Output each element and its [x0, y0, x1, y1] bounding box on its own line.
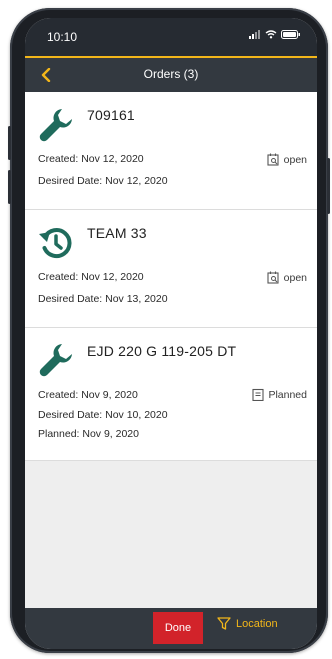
status-time: 10:10 [47, 30, 78, 44]
planned-date: Planned: Nov 9, 2020 [38, 428, 139, 440]
location-filter-button[interactable]: Location [217, 617, 278, 630]
bottom-bar: Done Location [25, 608, 317, 649]
created-date: Created: Nov 12, 2020 [38, 153, 144, 165]
desired-date: Desired Date: Nov 10, 2020 [38, 409, 168, 421]
status-text: open [283, 153, 307, 166]
desired-date: Desired Date: Nov 12, 2020 [38, 175, 168, 187]
side-button [327, 158, 330, 214]
history-icon [39, 228, 72, 259]
status-icons [249, 30, 301, 39]
app-screen: 10:10 Orders (3) 709161 Created: Nov 12,… [25, 18, 317, 649]
signal-icon [249, 30, 260, 39]
calendar-search-icon [267, 153, 279, 166]
status-badge: open [267, 271, 307, 284]
order-title: 709161 [87, 107, 135, 123]
done-button[interactable]: Done [153, 612, 203, 644]
side-button [8, 170, 11, 204]
order-card[interactable]: TEAM 33 Created: Nov 12, 2020 Desired Da… [25, 210, 317, 328]
side-button [8, 126, 11, 160]
order-card[interactable]: EJD 220 G 119-205 DT Created: Nov 9, 202… [25, 328, 317, 461]
desired-date: Desired Date: Nov 13, 2020 [38, 293, 168, 305]
status-badge: open [267, 153, 307, 166]
battery-icon [281, 30, 300, 39]
calendar-search-icon [267, 271, 279, 284]
wrench-icon [39, 344, 72, 377]
wifi-icon [265, 30, 277, 39]
status-text: Planned [268, 388, 307, 401]
status-bar: 10:10 [25, 18, 317, 56]
clipboard-icon [252, 388, 265, 401]
status-badge: Planned [252, 388, 307, 401]
page-title: Orders (3) [143, 67, 199, 81]
order-title: TEAM 33 [87, 225, 147, 241]
order-title: EJD 220 G 119-205 DT [87, 343, 237, 359]
filter-icon [217, 617, 231, 630]
wrench-icon [39, 109, 72, 142]
location-label: Location [236, 617, 278, 630]
order-card[interactable]: 709161 Created: Nov 12, 2020 Desired Dat… [25, 92, 317, 210]
created-date: Created: Nov 9, 2020 [38, 389, 138, 401]
status-text: open [283, 271, 307, 284]
created-date: Created: Nov 12, 2020 [38, 271, 144, 283]
nav-bar: Orders (3) [25, 56, 317, 92]
